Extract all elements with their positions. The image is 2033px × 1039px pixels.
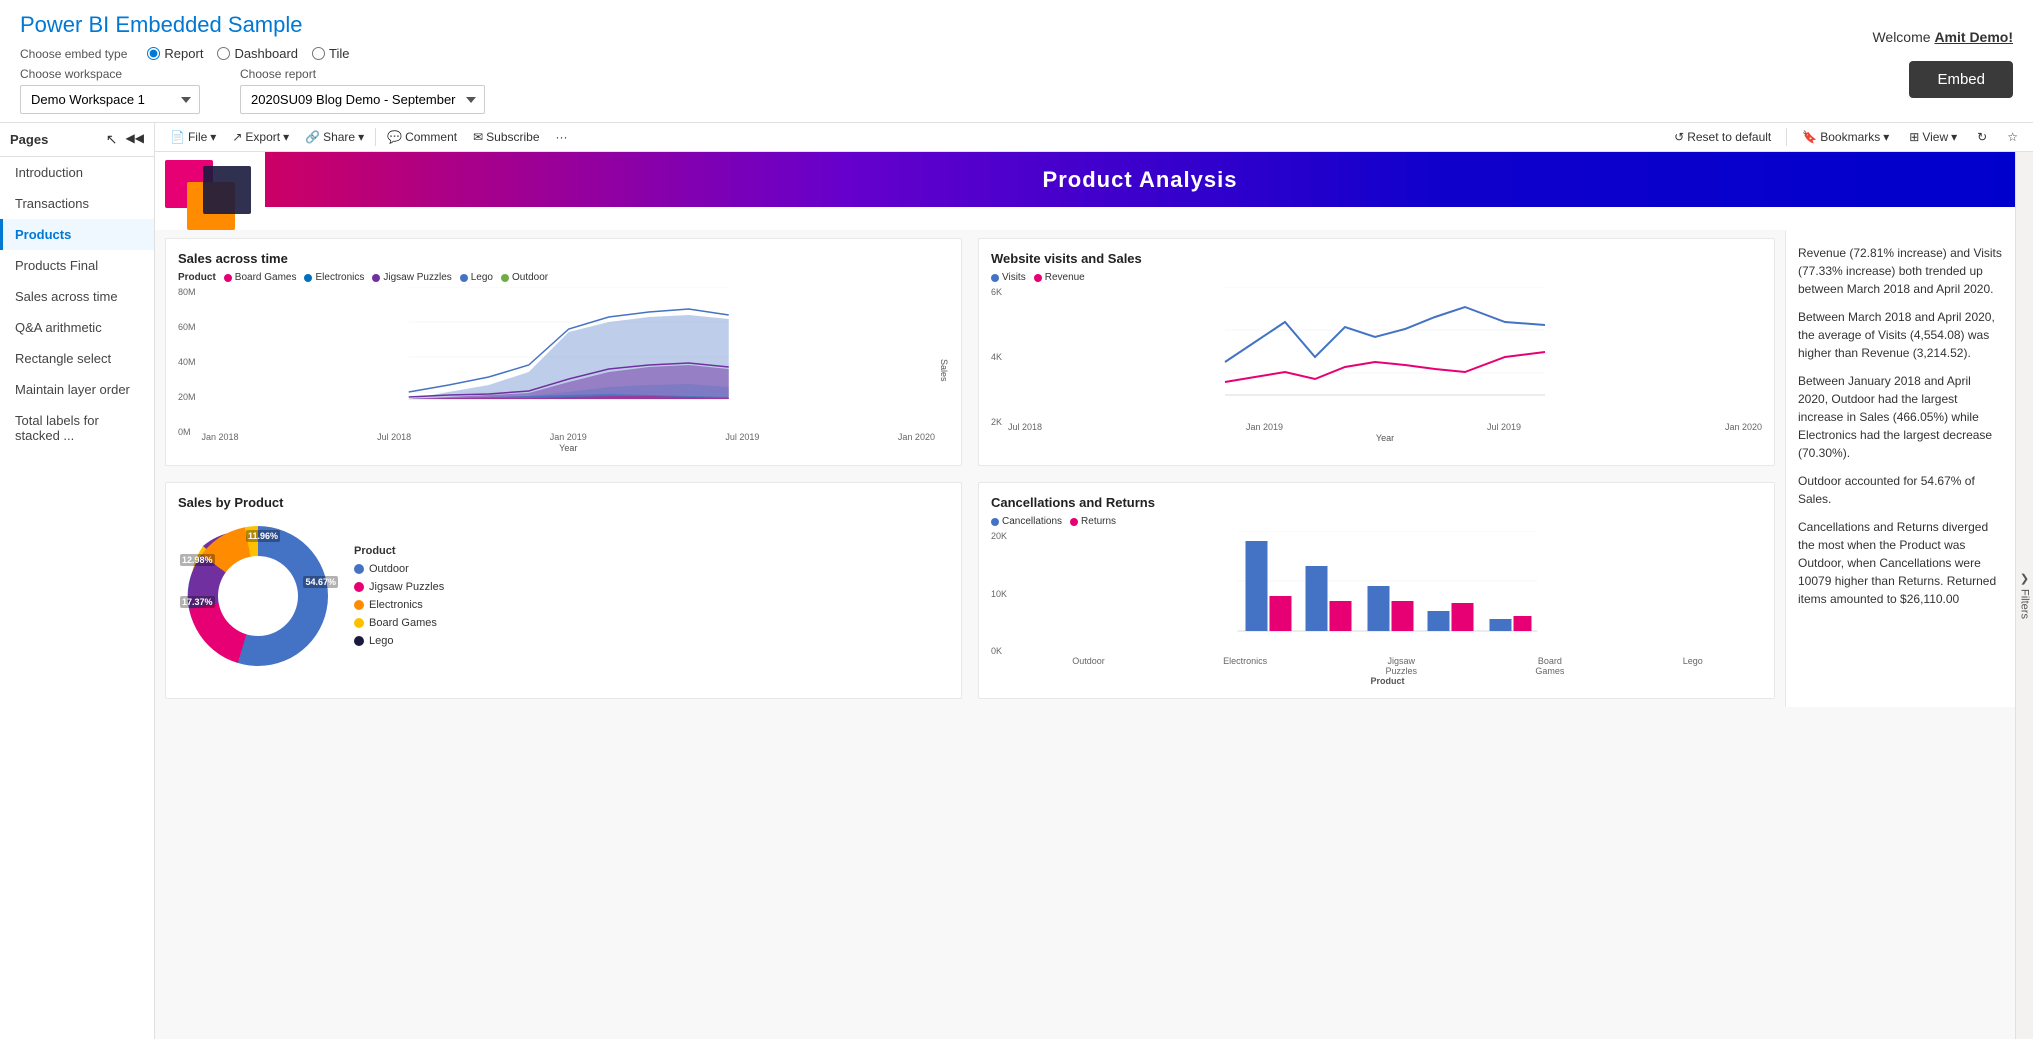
sidebar-page-item[interactable]: Q&A arithmetic — [0, 312, 154, 343]
workspace-selector-group: Choose workspace Demo Workspace 1 — [20, 67, 200, 114]
embed-button[interactable]: Embed — [1909, 61, 2013, 98]
radio-report[interactable]: Report — [147, 46, 203, 61]
welcome-text: Welcome Amit Demo! — [1872, 29, 2013, 45]
collapse-icon[interactable]: ◀◀ — [126, 131, 144, 148]
embed-type-label: Choose embed type — [20, 47, 127, 61]
view-icon: ⊞ — [1909, 130, 1919, 144]
subscribe-icon: ✉ — [473, 130, 483, 144]
sales-time-chart: Sales across time Product Board Games El… — [165, 238, 962, 466]
report-header-bar: Product Analysis — [265, 152, 2015, 230]
donut-chart: 11.96% 12.98% 17.37% 54.67% — [178, 516, 338, 676]
main-content: Product Analysis Sales across time Produ… — [155, 152, 2015, 1039]
sidebar-page-item[interactable]: Total labels for stacked ... — [0, 405, 154, 451]
star-icon: ☆ — [2007, 130, 2018, 144]
sales-time-title: Sales across time — [178, 251, 949, 266]
report-label: Choose report — [240, 67, 485, 81]
cancellations-title: Cancellations and Returns — [991, 495, 1762, 510]
insight-4: Outdoor accounted for 54.67% of Sales. — [1798, 472, 2003, 508]
sidebar-page-item[interactable]: Products — [0, 219, 154, 250]
sidebar: Pages ↖ ◀◀ IntroductionTransactionsProdu… — [0, 123, 155, 1039]
filters-panel[interactable]: ❯ Filters — [2015, 152, 2033, 1039]
toolbar-favorite[interactable]: ☆ — [2000, 127, 2025, 147]
insight-1: Revenue (72.81% increase) and Visits (77… — [1798, 244, 2003, 298]
cancellations-svg — [1013, 531, 1762, 651]
toolbar-refresh[interactable]: ↻ — [1970, 127, 1994, 147]
insights-panel: Revenue (72.81% increase) and Visits (77… — [1785, 230, 2015, 707]
share-icon: 🔗 — [305, 130, 320, 144]
sidebar-page-item[interactable]: Introduction — [0, 157, 154, 188]
insight-2: Between March 2018 and April 2020, the a… — [1798, 308, 2003, 362]
sidebar-header: Pages ↖ ◀◀ — [0, 123, 154, 157]
reset-icon: ↺ — [1674, 130, 1684, 144]
toolbar-share[interactable]: 🔗 Share ▾ — [298, 127, 371, 147]
sidebar-page-item[interactable]: Rectangle select — [0, 343, 154, 374]
sales-product-chart: Sales by Product — [165, 482, 962, 699]
report-title: Product Analysis — [1043, 167, 1238, 193]
sidebar-page-item[interactable]: Transactions — [0, 188, 154, 219]
website-visits-title: Website visits and Sales — [991, 251, 1762, 266]
pages-label: Pages — [10, 132, 48, 147]
toolbar-subscribe[interactable]: ✉ Subscribe — [466, 127, 546, 147]
refresh-icon: ↻ — [1977, 130, 1987, 144]
workspace-label: Choose workspace — [20, 67, 200, 81]
sales-product-title: Sales by Product — [178, 495, 949, 510]
bookmark-icon: 🔖 — [1802, 130, 1817, 144]
charts-area: Sales across time Product Board Games El… — [155, 230, 1785, 707]
insight-5: Cancellations and Returns diverged the m… — [1798, 518, 2003, 608]
insight-3: Between January 2018 and April 2020, Out… — [1798, 372, 2003, 462]
app-title: Power BI Embedded Sample — [20, 12, 485, 38]
sidebar-page-item[interactable]: Maintain layer order — [0, 374, 154, 405]
radio-tile[interactable]: Tile — [312, 46, 349, 61]
visits-svg — [1008, 287, 1762, 417]
sidebar-page-item[interactable]: Products Final — [0, 250, 154, 281]
workspace-select[interactable]: Demo Workspace 1 — [20, 85, 200, 114]
cancellations-chart: Cancellations and Returns Cancellations … — [978, 482, 1775, 699]
report-body: Sales across time Product Board Games El… — [155, 230, 2015, 707]
toolbar-comment[interactable]: 💬 Comment — [380, 127, 464, 147]
cursor-icon: ↖ — [106, 131, 118, 148]
toolbar-file[interactable]: 📄 File ▾ — [163, 127, 223, 147]
toolbar-export[interactable]: ↗ Export ▾ — [225, 127, 296, 147]
comment-icon: 💬 — [387, 130, 402, 144]
file-icon: 📄 — [170, 130, 185, 144]
export-icon: ↗ — [232, 130, 242, 144]
toolbar: 📄 File ▾ ↗ Export ▾ 🔗 Share ▾ 💬 Comment … — [155, 123, 2033, 152]
toolbar-view[interactable]: ⊞ View ▾ — [1902, 127, 1964, 147]
charts-grid: Sales across time Product Board Games El… — [165, 238, 1775, 699]
report-selector-group: Choose report 2020SU09 Blog Demo - Septe… — [240, 67, 485, 114]
filters-label: Filters — [2019, 589, 2031, 619]
sidebar-page-item[interactable]: Sales across time — [0, 281, 154, 312]
chevron-left-icon: ❯ — [2020, 572, 2029, 585]
website-visits-chart: Website visits and Sales Visits Revenue … — [978, 238, 1775, 466]
toolbar-reset[interactable]: ↺ Reset to default — [1667, 127, 1778, 147]
toolbar-bookmarks[interactable]: 🔖 Bookmarks ▾ — [1795, 127, 1896, 147]
toolbar-more[interactable]: ··· — [549, 127, 575, 147]
sidebar-pages: IntroductionTransactionsProductsProducts… — [0, 157, 154, 1039]
embed-type-radio-group: Report Dashboard Tile — [147, 46, 349, 61]
radio-dashboard[interactable]: Dashboard — [217, 46, 298, 61]
sales-time-legend: Product Board Games Electronics Jigsaw P… — [178, 272, 949, 283]
report-select[interactable]: 2020SU09 Blog Demo - September — [240, 85, 485, 114]
sales-time-svg — [202, 287, 935, 427]
header-graphic — [155, 152, 265, 230]
